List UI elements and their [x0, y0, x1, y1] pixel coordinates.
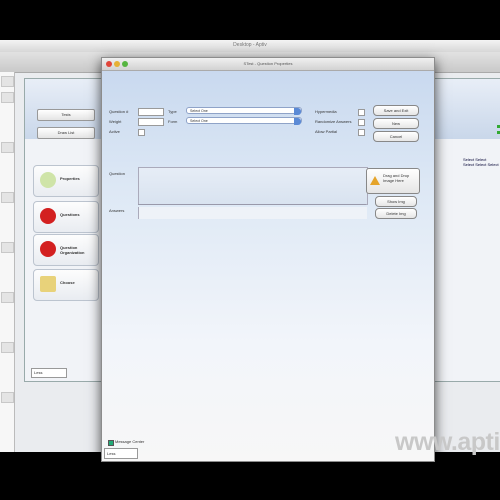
- drop-image-label: Drag and Drop Image Here: [383, 173, 410, 183]
- dialog-title: STest - Question Properties: [243, 61, 293, 66]
- active-label: Active: [109, 129, 120, 134]
- divider: [138, 204, 366, 205]
- chevron-down-icon: [294, 118, 301, 125]
- question-text-label: Question: [109, 171, 126, 176]
- answers-label: Answers: [109, 208, 125, 213]
- chevron-down-icon: [294, 108, 301, 115]
- allow-partial-checkbox[interactable]: [358, 129, 365, 136]
- new-button[interactable]: New: [373, 118, 419, 129]
- side-text: Select Select Select Select Select: [463, 157, 499, 167]
- type-select[interactable]: Select One: [186, 107, 302, 115]
- strip-button[interactable]: [1, 142, 14, 153]
- strip-button[interactable]: [1, 392, 14, 403]
- type-select-value: Select One: [190, 109, 208, 113]
- randomize-label: Randomize Answers: [315, 119, 352, 124]
- message-center-checkbox[interactable]: [108, 440, 114, 446]
- drop-image-area[interactable]: Drag and Drop Image Here: [366, 168, 420, 194]
- dialog-zoom-select[interactable]: Less: [104, 448, 138, 459]
- properties-icon: [40, 172, 56, 188]
- question-text-area[interactable]: [138, 167, 368, 205]
- dialog-titlebar: STest - Question Properties: [102, 58, 434, 71]
- question-organization-icon: [40, 241, 56, 257]
- message-center-label: Message Center: [115, 439, 145, 444]
- form-select[interactable]: Select One: [186, 117, 302, 125]
- tests-button[interactable]: Tests: [37, 109, 95, 121]
- strip-button[interactable]: [1, 342, 14, 353]
- form-select-value: Select One: [190, 119, 208, 123]
- nav-item-properties[interactable]: Properties: [33, 165, 99, 197]
- nav-label: Properties: [60, 176, 80, 181]
- nav-item-question-organization[interactable]: Question Organization: [33, 234, 99, 266]
- desktop-title: Desktop - Aptiv: [233, 42, 267, 48]
- watermark: www.apti: [395, 428, 500, 456]
- zoom-select[interactable]: Less: [31, 368, 67, 378]
- weight-label: Weight: [109, 119, 122, 124]
- choose-icon: [40, 276, 56, 292]
- randomize-checkbox[interactable]: [358, 119, 365, 126]
- strip-button[interactable]: [1, 92, 14, 103]
- question-number-field[interactable]: [138, 108, 164, 116]
- weight-field[interactable]: [138, 118, 164, 126]
- question-properties-dialog: STest - Question Properties Question # W…: [101, 57, 435, 462]
- nav-label: Questions: [60, 212, 80, 217]
- nav-item-choose[interactable]: Choose: [33, 269, 99, 301]
- strip-button[interactable]: [1, 76, 14, 87]
- question-number-label: Question #: [109, 109, 129, 114]
- nav-label: Choose: [60, 280, 75, 285]
- delete-image-button[interactable]: Delete Img: [375, 208, 417, 219]
- allow-partial-label: Allow Partial: [315, 129, 338, 134]
- hypermedia-label: Hypermedia: [315, 109, 337, 114]
- show-image-button[interactable]: Show Img: [375, 196, 417, 207]
- side-text-line: Select Select Select: [463, 162, 499, 167]
- cancel-button[interactable]: Cancel: [373, 131, 419, 142]
- strip-button[interactable]: [1, 192, 14, 203]
- dialog-body: Question # Weight Active Type Form Selec…: [102, 71, 434, 461]
- form-label: Form: [168, 119, 178, 124]
- save-and-exit-button[interactable]: Save and Exit: [373, 105, 419, 116]
- nav-item-questions[interactable]: Questions: [33, 201, 99, 233]
- warning-icon: [370, 176, 380, 185]
- draw-list-button[interactable]: Draw List: [37, 127, 95, 139]
- strip-button[interactable]: [1, 242, 14, 253]
- type-label: Type: [168, 109, 177, 114]
- question-icon: [40, 208, 56, 224]
- strip-button[interactable]: [1, 292, 14, 303]
- active-checkbox[interactable]: [138, 129, 145, 136]
- left-sidebar-strip: [0, 72, 15, 452]
- hypermedia-checkbox[interactable]: [358, 109, 365, 116]
- nav-label: Question Organization: [60, 245, 85, 255]
- answers-list[interactable]: [138, 207, 367, 219]
